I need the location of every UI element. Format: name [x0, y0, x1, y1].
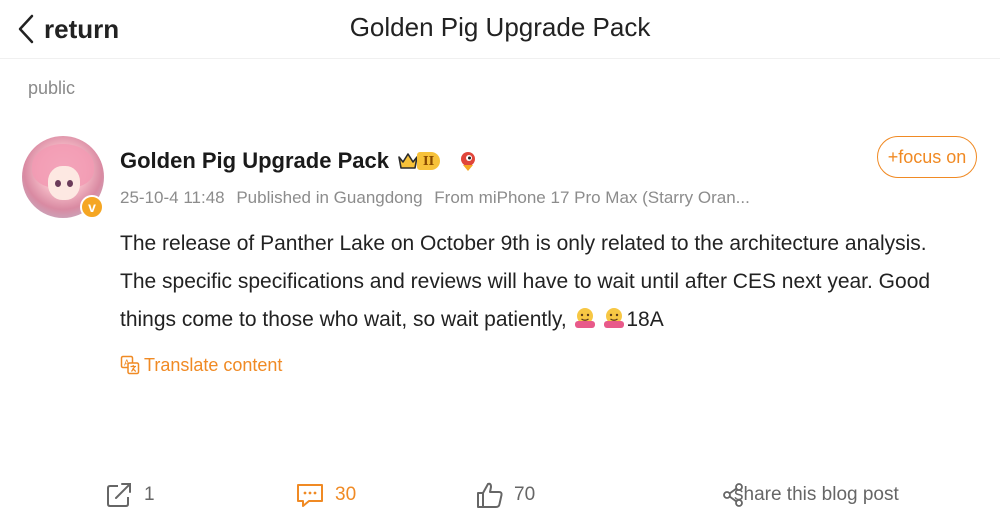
page-title: Golden Pig Upgrade Pack: [349, 12, 651, 42]
post-location: Published in Guangdong: [236, 188, 423, 207]
top-bar: return Golden Pig Upgrade Pack: [0, 0, 1000, 59]
crown-icon: [398, 153, 418, 169]
post-text: The release of Panther Lake on October 9…: [120, 232, 931, 331]
like-button[interactable]: 70: [476, 478, 535, 512]
post-source[interactable]: From miPhone 17 Pro Max (Starry Oran...: [434, 188, 750, 207]
vip-level: II: [416, 152, 441, 170]
repost-button[interactable]: 1: [106, 478, 155, 512]
action-bar: 1 30 70 share this blog post: [0, 478, 1000, 512]
follow-button[interactable]: +focus on: [877, 136, 977, 178]
comment-button[interactable]: 30: [295, 478, 356, 512]
hug-emoji-icon: [574, 308, 595, 328]
like-icon: [477, 482, 503, 508]
post-text-tail: 18A: [626, 308, 664, 331]
post-timestamp: 25-10-4 11:48: [120, 188, 225, 207]
translate-label: Translate content: [144, 354, 283, 375]
translate-button[interactable]: A Translate content: [120, 352, 282, 378]
post-content: The release of Panther Lake on October 9…: [120, 225, 960, 339]
translate-icon: A: [120, 355, 140, 375]
vip-badge[interactable]: II: [397, 150, 441, 172]
hug-emoji-icon: [604, 308, 625, 328]
like-count: 70: [514, 484, 536, 505]
fan-bird-icon[interactable]: [458, 150, 478, 172]
repost-icon: [107, 483, 131, 507]
comment-icon: [297, 484, 323, 507]
repost-count: 1: [144, 484, 155, 505]
author-name[interactable]: Golden Pig Upgrade Pack: [120, 148, 389, 174]
author-row: Golden Pig Upgrade Pack II: [120, 146, 478, 176]
post-meta: 25-10-4 11:48 Published in Guangdong Fro…: [120, 188, 757, 208]
share-button[interactable]: share this blog post: [722, 478, 899, 512]
comment-count: 30: [335, 484, 357, 505]
share-label: share this blog post: [734, 484, 899, 505]
verified-badge: v: [80, 195, 104, 219]
visibility-label: public: [28, 78, 76, 98]
